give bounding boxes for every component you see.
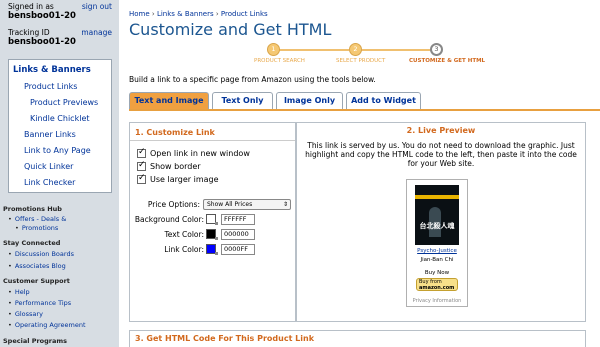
open-new-window-option[interactable]: Open link in new window [137, 147, 250, 158]
breadcrumb: Home › Links & Banners › Product Links [129, 10, 268, 18]
step-connector [273, 49, 349, 51]
text-color-picker-icon[interactable] [215, 237, 218, 240]
promotions-hub-heading: Promotions Hub [3, 205, 62, 213]
get-html-heading: 3. Get HTML Code For This Product Link [135, 334, 315, 343]
background-color-picker-icon[interactable] [215, 222, 218, 225]
larger-image-option[interactable]: Use larger image [137, 173, 219, 184]
product-link-preview: 台北殺人魂 Psycho-Justice Jian-Ban Chi Buy No… [406, 179, 468, 307]
live-preview-description: This link is served by us. You do not ne… [305, 141, 577, 168]
larger-image-checkbox[interactable] [137, 173, 146, 184]
links-banners-nav: Links & Banners Product Links Product Pr… [8, 59, 112, 193]
nav-item-link-to-any-page[interactable]: Link to Any Page [24, 146, 91, 155]
customize-link-panel: 1. Customize Link Open link in new windo… [129, 122, 296, 322]
live-preview-panel: 2. Live Preview This link is served by u… [296, 122, 586, 322]
nav-item-product-links[interactable]: Product Links [24, 82, 77, 91]
customer-support-heading: Customer Support [3, 277, 70, 285]
left-sidebar: Signed in as sign out bensboo01-20 Track… [0, 0, 119, 347]
book-author: Jian-Ban Chi [420, 257, 454, 263]
live-preview-heading: 2. Live Preview [406, 126, 476, 135]
operating-agreement-link[interactable]: Operating Agreement [8, 321, 86, 329]
step-1-label: PRODUCT SEARCH [254, 58, 305, 64]
background-color-label: Background Color: [134, 215, 204, 224]
nav-item-product-previews[interactable]: Product Previews [30, 98, 98, 107]
buy-from-amazon-button[interactable]: Buy from amazon.com [416, 278, 458, 291]
discussion-boards-link[interactable]: Discussion Boards [8, 250, 74, 258]
open-new-window-label: Open link in new window [150, 149, 250, 158]
background-color-input[interactable]: FFFFFF [221, 214, 255, 225]
special-programs-heading: Special Programs [3, 337, 68, 345]
tab-text-and-image[interactable]: Text and Image [129, 92, 209, 110]
show-border-checkbox[interactable] [137, 160, 146, 171]
price-options-label: Price Options: [147, 200, 200, 209]
step-3-label: CUSTOMIZE & GET HTML [409, 58, 486, 64]
offers-deals-link[interactable]: Offers - Deals & [8, 215, 66, 223]
tracking-id-label: Tracking ID [8, 28, 50, 37]
breadcrumb-links-banners[interactable]: Links & Banners [157, 10, 214, 18]
link-color-input[interactable]: 0000FF [221, 244, 255, 255]
intro-text: Build a link to a specific page from Ama… [129, 75, 376, 84]
link-color-picker-icon[interactable] [215, 252, 218, 255]
book-cover-image[interactable]: 台北殺人魂 [415, 185, 459, 245]
amazon-logo: amazon.com [419, 284, 455, 291]
stay-connected-heading: Stay Connected [3, 239, 61, 247]
price-options-value: Show All Prices [207, 201, 253, 208]
privacy-information-link[interactable]: Privacy Information [407, 298, 467, 304]
main-content: Home › Links & Banners › Product Links C… [119, 0, 600, 347]
nav-item-banner-links[interactable]: Banner Links [24, 130, 76, 139]
select-arrow-icon: ⇕ [282, 201, 288, 208]
step-2-dot: 2 [349, 43, 362, 56]
larger-image-label: Use larger image [150, 175, 219, 184]
step-connector [361, 49, 437, 51]
tab-text-only[interactable]: Text Only [212, 92, 273, 110]
associates-blog-link[interactable]: Associates Blog [8, 262, 66, 270]
price-options-select[interactable]: Show All Prices ⇕ [203, 199, 291, 210]
show-border-label: Show border [150, 162, 201, 171]
tab-image-only[interactable]: Image Only [276, 92, 343, 110]
tab-add-to-widget[interactable]: Add to Widget [346, 92, 421, 110]
glossary-link[interactable]: Glossary [8, 310, 43, 318]
get-html-panel: 3. Get HTML Code For This Product Link [129, 330, 586, 347]
nav-item-kindle-chicklet[interactable]: Kindle Chicklet [30, 114, 90, 123]
step-3-dot: 3 [430, 43, 443, 56]
step-2-label: SELECT PRODUCT [336, 58, 386, 64]
show-border-option[interactable]: Show border [137, 160, 201, 171]
open-new-window-checkbox[interactable] [137, 147, 146, 158]
book-cover-title: 台北殺人魂 [419, 222, 455, 230]
breadcrumb-home[interactable]: Home [129, 10, 150, 18]
sign-out-link[interactable]: sign out [82, 2, 112, 11]
progress-steps: 1 2 3 PRODUCT SEARCH SELECT PRODUCT CUST… [254, 40, 485, 66]
book-title-link[interactable]: Psycho-Justice [407, 248, 467, 254]
tab-underline [129, 109, 600, 111]
signed-in-label: Signed in as [8, 2, 54, 11]
help-link[interactable]: Help [8, 288, 30, 296]
tracking-id-value: bensboo01-20 [8, 37, 76, 47]
step-1-dot: 1 [267, 43, 280, 56]
text-color-label: Text Color: [164, 230, 204, 239]
buy-now-label: Buy Now [424, 270, 450, 276]
nav-item-quick-linker[interactable]: Quick Linker [24, 162, 73, 171]
performance-tips-link[interactable]: Performance Tips [8, 299, 71, 307]
nav-heading-links-banners[interactable]: Links & Banners [13, 65, 91, 75]
page-title: Customize and Get HTML [129, 20, 332, 39]
breadcrumb-product-links[interactable]: Product Links [221, 10, 268, 18]
customize-link-heading: 1. Customize Link [135, 128, 215, 137]
offers-deals-link-cont[interactable]: Promotions [15, 224, 58, 232]
signed-in-user: bensboo01-20 [8, 11, 76, 21]
tracking-box: Tracking ID manage bensboo01-20 [8, 28, 112, 48]
nav-item-link-checker[interactable]: Link Checker [24, 178, 75, 187]
manage-link[interactable]: manage [81, 28, 112, 37]
link-color-label: Link Color: [164, 245, 204, 254]
text-color-input[interactable]: 000000 [221, 229, 255, 240]
